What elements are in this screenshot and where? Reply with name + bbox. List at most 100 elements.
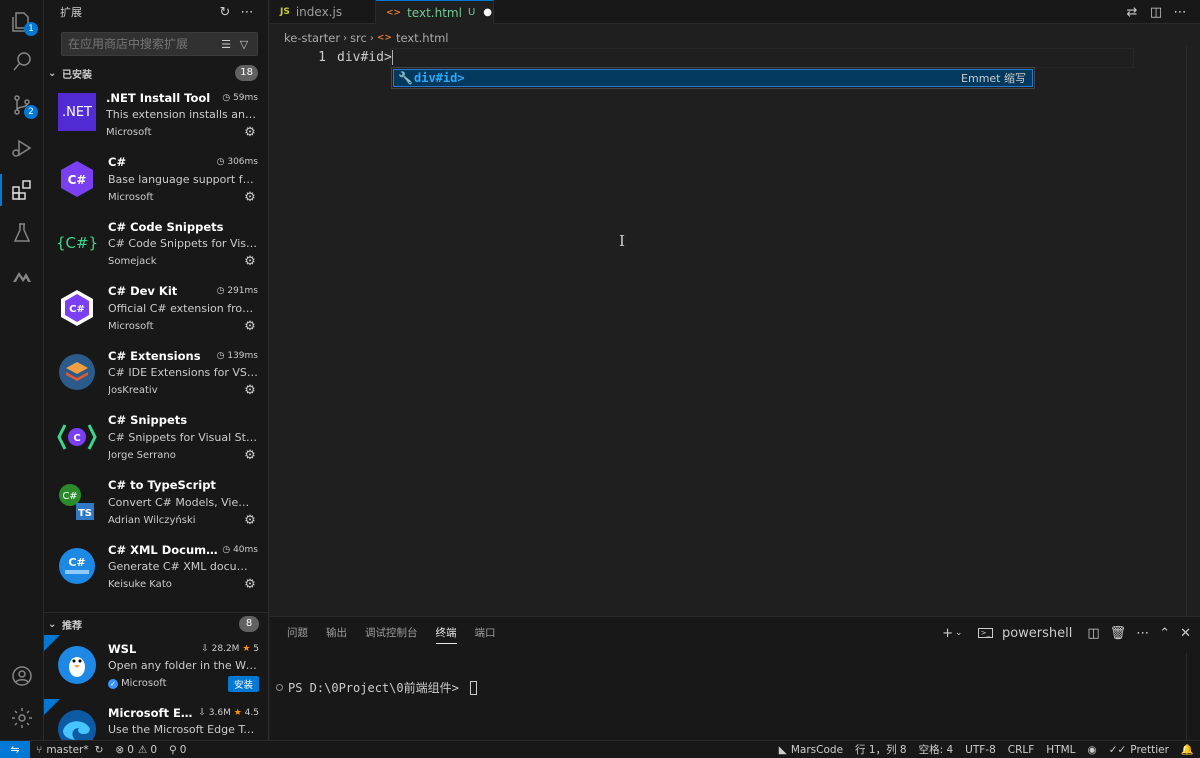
extension-publisher: Somejack bbox=[108, 256, 157, 268]
extension-item[interactable]: C# TS C# to TypeScript Convert C# Models,… bbox=[44, 472, 268, 537]
extension-name: C# XML Documentation Comments bbox=[108, 542, 218, 557]
extension-description: Use the Microsoft Edge Tools from within… bbox=[108, 723, 259, 736]
tab-label: index.js bbox=[295, 5, 343, 19]
csharp-devkit-icon: C# bbox=[56, 287, 98, 329]
extension-name: C# Code Snippets bbox=[108, 219, 224, 234]
mouse-ibeam-icon: I bbox=[619, 232, 625, 250]
terminal-output[interactable]: PS D:\0Project\0前端组件> bbox=[276, 679, 478, 696]
manage-gear-icon[interactable]: ⚙ bbox=[242, 254, 258, 269]
new-terminal-plus-icon[interactable]: + bbox=[942, 626, 953, 641]
extension-item[interactable]: C# C# XML Documentation Comments ◷ 40ms G… bbox=[44, 536, 268, 601]
extensions-icon[interactable] bbox=[0, 168, 44, 212]
marscode-icon[interactable] bbox=[0, 254, 44, 298]
tab-debug-console[interactable]: 调试控制台 bbox=[365, 617, 418, 649]
manage-gear-icon[interactable]: ⚙ bbox=[242, 513, 258, 528]
trash-icon[interactable]: 🗑 bbox=[1110, 626, 1127, 641]
cursor-position[interactable]: 行 1，列 8 bbox=[855, 742, 907, 757]
manage-gear-icon[interactable]: ⚙ bbox=[242, 190, 258, 205]
recommended-extension-item[interactable]: Microsoft Edge Tools for VS Code ⇩ 3.6M ★… bbox=[44, 699, 268, 740]
prettier-status[interactable]: ✓✓ Prettier bbox=[1109, 744, 1169, 756]
ports-indicator[interactable]: ⚲ 0 bbox=[169, 744, 186, 756]
extension-publisher: Adrian Wilczyński bbox=[108, 514, 196, 526]
problems-indicator[interactable]: ⊗ 0 ⚠ 0 bbox=[115, 744, 157, 756]
settings-gear-icon[interactable] bbox=[0, 696, 44, 740]
extension-description: Open any folder in the Windows Subsystem… bbox=[108, 659, 259, 672]
indentation[interactable]: 空格: 4 bbox=[919, 742, 954, 757]
tab-label: text.html bbox=[407, 5, 462, 20]
more-actions-icon[interactable]: ⋯ bbox=[1168, 5, 1192, 20]
recommended-star-icon bbox=[44, 699, 60, 715]
testing-icon[interactable] bbox=[0, 211, 44, 255]
more-actions-icon[interactable]: ⋯ bbox=[1136, 626, 1149, 641]
extension-name: WSL bbox=[108, 641, 137, 656]
csharp-snippets-icon: C bbox=[56, 416, 98, 458]
terminal-scrollbar[interactable] bbox=[1186, 653, 1200, 741]
extension-item[interactable]: .NET .NET Install Tool ◷ 59ms This extens… bbox=[44, 84, 268, 149]
editor-scrollbar[interactable] bbox=[1186, 46, 1200, 616]
run-debug-icon[interactable] bbox=[0, 126, 44, 170]
notifications-bell-icon[interactable]: 🔔 bbox=[1181, 743, 1194, 756]
manage-gear-icon[interactable]: ⚙ bbox=[242, 577, 258, 592]
tab-problems[interactable]: 问题 bbox=[287, 617, 308, 649]
tab-index-js[interactable]: JS index.js bbox=[270, 0, 376, 24]
account-icon[interactable] bbox=[0, 654, 44, 698]
unsaved-dot-icon[interactable]: ● bbox=[483, 7, 492, 18]
split-editor-icon[interactable]: ◫ bbox=[1144, 5, 1168, 20]
explorer-icon[interactable]: 1 bbox=[0, 0, 44, 44]
extension-item[interactable]: C C# Snippets C# Snippets for Visual Stu… bbox=[44, 407, 268, 472]
git-branch[interactable]: ⑂ master* ↻ bbox=[36, 744, 103, 756]
close-panel-icon[interactable]: ✕ bbox=[1180, 626, 1191, 641]
line-number: 1 bbox=[318, 50, 326, 65]
compare-changes-icon[interactable]: ⇄ bbox=[1120, 5, 1144, 20]
terminal-shell-selector[interactable]: >_ powershell bbox=[973, 626, 1078, 641]
tab-terminal[interactable]: 终端 bbox=[435, 617, 457, 649]
marscode-status[interactable]: ◣ MarsCode bbox=[779, 744, 843, 756]
split-terminal-icon[interactable]: ◫ bbox=[1087, 626, 1099, 641]
panel-actions: + ⌄ >_ powershell ◫ 🗑 ⋯ ⌃ ✕ bbox=[937, 617, 1196, 649]
panel-tabs: 问题 输出 调试控制台 终端 端口 bbox=[270, 617, 505, 649]
extension-name: C# Dev Kit bbox=[108, 284, 178, 299]
edge-logo-icon bbox=[56, 708, 98, 740]
manage-gear-icon[interactable]: ⚙ bbox=[242, 448, 258, 463]
manage-gear-icon[interactable]: ⚙ bbox=[242, 125, 258, 140]
extension-item[interactable]: C# Extensions ◷ 139ms C# IDE Extensions f… bbox=[44, 342, 268, 407]
extension-name: C# to TypeScript bbox=[108, 478, 216, 493]
breadcrumb-item[interactable]: ke-starter bbox=[284, 31, 340, 45]
breadcrumb-item[interactable]: text.html bbox=[396, 31, 449, 45]
language-mode[interactable]: HTML bbox=[1046, 744, 1075, 756]
tab-output[interactable]: 输出 bbox=[326, 617, 347, 649]
extension-item[interactable]: C# C# ◷ 306ms Base language support for C… bbox=[44, 149, 268, 214]
recommended-section-header[interactable]: ⌄ 推荐 8 bbox=[44, 613, 268, 635]
suggestion-item[interactable]: 🔧 div#id> Emmet 缩写 bbox=[393, 69, 1033, 87]
clear-filter-icon[interactable]: ☰ bbox=[217, 38, 235, 51]
extension-search-input[interactable] bbox=[68, 37, 217, 51]
sync-icon[interactable]: ↻ bbox=[95, 744, 104, 756]
extension-publisher: Microsoft bbox=[106, 127, 152, 138]
recommended-extension-item[interactable]: WSL ⇩ 28.2M ★ 5 Open any folder in the Wi… bbox=[44, 635, 268, 699]
source-control-icon[interactable]: 2 bbox=[0, 83, 44, 127]
manage-gear-icon[interactable]: ⚙ bbox=[242, 383, 258, 398]
code-editor[interactable]: 1 div#id> 🔧 div#id> Emmet 缩写 I bbox=[270, 46, 1200, 616]
chevron-down-icon[interactable]: ⌄ bbox=[955, 628, 963, 638]
more-actions-icon[interactable]: ⋯ bbox=[236, 5, 258, 20]
svg-text:C#: C# bbox=[62, 491, 77, 502]
filter-icon[interactable]: ▽ bbox=[235, 38, 253, 51]
search-icon[interactable] bbox=[0, 40, 44, 84]
maximize-panel-icon[interactable]: ⌃ bbox=[1159, 626, 1170, 641]
manage-gear-icon[interactable]: ⚙ bbox=[242, 319, 258, 334]
code-line[interactable]: div#id> bbox=[337, 50, 393, 65]
wsl-penguin-icon bbox=[56, 644, 98, 686]
extension-item[interactable]: C# C# Dev Kit ◷ 291ms Official C# extensi… bbox=[44, 278, 268, 343]
remote-indicator-icon[interactable]: ⇋ bbox=[0, 740, 30, 758]
tab-ports[interactable]: 端口 bbox=[475, 617, 496, 649]
encoding[interactable]: UTF-8 bbox=[965, 744, 996, 756]
extension-item[interactable]: {C#} C# Code Snippets C# Code Snippets f… bbox=[44, 213, 268, 278]
breadcrumb-item[interactable]: src bbox=[350, 31, 367, 45]
installed-section-header[interactable]: ⌄ 已安装 18 bbox=[44, 62, 268, 84]
copilot-icon[interactable]: ◉ bbox=[1088, 744, 1097, 756]
tab-text-html[interactable]: <> text.html U ● bbox=[376, 0, 494, 24]
install-button[interactable]: 安装 bbox=[227, 675, 259, 692]
activation-time: ◷ 59ms bbox=[222, 92, 258, 103]
refresh-icon[interactable]: ↻ bbox=[214, 5, 236, 20]
line-ending[interactable]: CRLF bbox=[1008, 744, 1035, 756]
